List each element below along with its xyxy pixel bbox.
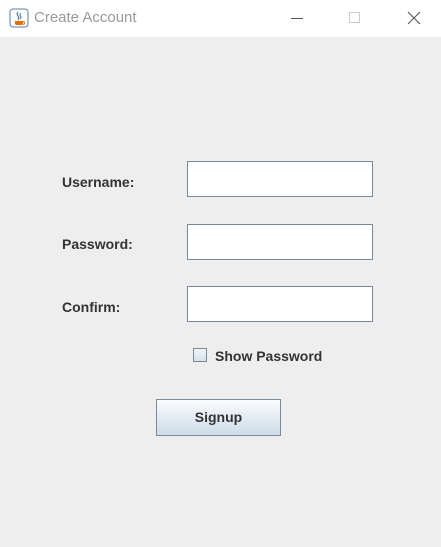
password-label: Password: bbox=[62, 236, 133, 252]
maximize-button[interactable] bbox=[331, 0, 377, 37]
password-input[interactable] bbox=[187, 224, 373, 260]
java-app-icon bbox=[9, 8, 29, 28]
confirm-label: Confirm: bbox=[62, 299, 121, 315]
username-label: Username: bbox=[62, 174, 135, 190]
show-password-label[interactable]: Show Password bbox=[215, 348, 322, 364]
create-account-window: Create Account Username: Password: Confi… bbox=[0, 0, 441, 547]
minimize-icon bbox=[291, 18, 303, 19]
maximize-icon bbox=[349, 12, 360, 23]
signup-button[interactable]: Signup bbox=[156, 399, 281, 436]
title-bar[interactable]: Create Account bbox=[0, 0, 441, 37]
form-panel: Username: Password: Confirm: Show Passwo… bbox=[0, 37, 441, 547]
close-icon bbox=[407, 11, 421, 25]
show-password-checkbox[interactable] bbox=[193, 348, 207, 362]
minimize-button[interactable] bbox=[274, 0, 320, 37]
close-button[interactable] bbox=[391, 0, 437, 37]
confirm-password-input[interactable] bbox=[187, 286, 373, 322]
username-input[interactable] bbox=[187, 161, 373, 197]
window-title: Create Account bbox=[34, 9, 137, 26]
